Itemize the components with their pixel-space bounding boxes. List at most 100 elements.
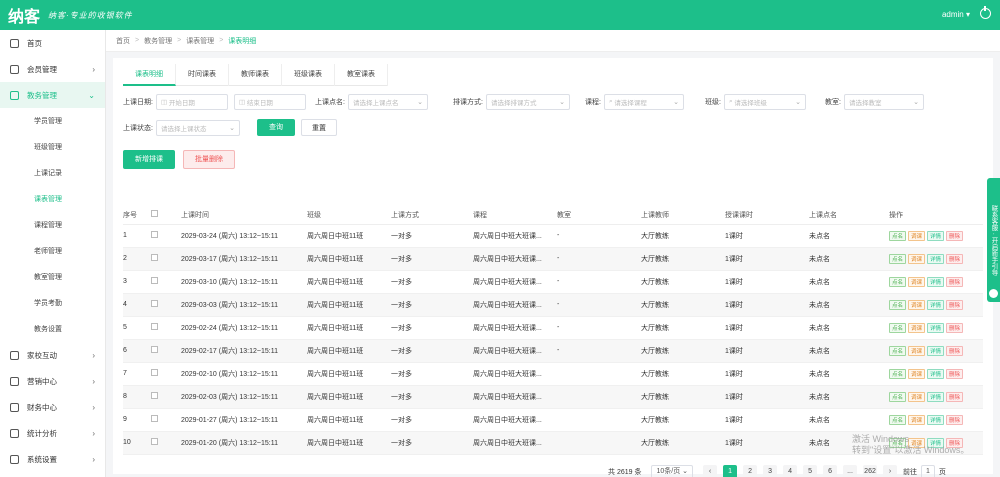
delete-button[interactable]: 删除	[946, 345, 964, 356]
reschedule-button[interactable]: 调课	[908, 391, 926, 402]
power-icon[interactable]	[980, 6, 991, 19]
detail-button[interactable]: 详情	[927, 391, 945, 402]
goto-page-input[interactable]: 1	[921, 465, 935, 477]
page-button[interactable]: 3	[763, 465, 778, 477]
delete-button[interactable]: 删除	[946, 299, 964, 310]
status-select[interactable]: 请选择上课状态 ⌄	[155, 120, 240, 136]
sidebar-item-interaction[interactable]: 家校互动 ›	[0, 342, 105, 368]
reschedule-button[interactable]: 调课	[908, 322, 926, 333]
row-checkbox[interactable]	[151, 224, 181, 248]
reschedule-button[interactable]: 调课	[908, 414, 926, 425]
rollcall-button[interactable]: 点名	[889, 368, 907, 379]
delete-button[interactable]: 删除	[946, 276, 964, 287]
date-end-input[interactable]: ◫ 结束日期	[233, 94, 306, 110]
reset-button[interactable]: 重置	[301, 119, 337, 136]
sidebar-subitem-records[interactable]: 上课记录	[0, 160, 105, 186]
delete-button[interactable]: 删除	[946, 391, 964, 402]
sidebar-item-teaching[interactable]: 教务管理 ⌄	[0, 82, 105, 108]
row-checkbox[interactable]	[151, 362, 181, 386]
row-checkbox[interactable]	[151, 247, 181, 271]
row-checkbox[interactable]	[151, 408, 181, 432]
sidebar-subitem-teachers[interactable]: 老师管理	[0, 238, 105, 264]
delete-button[interactable]: 删除	[946, 414, 964, 425]
tab-class-schedule[interactable]: 班级课表	[282, 64, 335, 86]
page-button[interactable]: 1	[723, 465, 738, 477]
reschedule-button[interactable]: 调课	[908, 299, 926, 310]
mode-select[interactable]: 请选择排课方式 ⌄	[485, 94, 570, 110]
rollcall-button[interactable]: 点名	[889, 276, 907, 287]
delete-button[interactable]: 删除	[946, 322, 964, 333]
sidebar-subitem-students[interactable]: 学员管理	[0, 108, 105, 134]
contact-float-bar[interactable]: 联系客服 · 开启新手引导	[987, 178, 1000, 302]
select-all-checkbox[interactable]	[151, 206, 181, 225]
rollcall-button[interactable]: 点名	[889, 391, 907, 402]
rollcall-button[interactable]: 点名	[889, 230, 907, 241]
detail-button[interactable]: 详情	[927, 299, 945, 310]
page-ellipsis[interactable]: ...	[843, 465, 858, 477]
breadcrumb-item[interactable]: 首页	[116, 36, 130, 46]
row-checkbox[interactable]	[151, 431, 181, 455]
prev-page-button[interactable]: ‹	[703, 465, 718, 477]
rollcall-button[interactable]: 点名	[889, 414, 907, 425]
detail-button[interactable]: 详情	[927, 414, 945, 425]
sidebar-item-system[interactable]: 系统设置 ›	[0, 446, 105, 472]
rollcall-button[interactable]: 点名	[889, 299, 907, 310]
reschedule-button[interactable]: 调课	[908, 345, 926, 356]
page-size-select[interactable]: 10条/页 ⌄	[651, 465, 694, 477]
detail-button[interactable]: 详情	[927, 253, 945, 264]
detail-button[interactable]: 详情	[927, 322, 945, 333]
page-button[interactable]: 4	[783, 465, 798, 477]
sign-select[interactable]: 请选择上课点名 ⌄	[347, 94, 428, 110]
brand-logo[interactable]: 纳客	[8, 3, 40, 27]
user-menu[interactable]: admin ▾	[942, 10, 970, 19]
reschedule-button[interactable]: 调课	[908, 368, 926, 379]
page-button[interactable]: 262	[863, 465, 878, 477]
course-select[interactable]: ⌕ 请选择课程 ⌄	[603, 94, 684, 110]
search-button[interactable]: 查询	[257, 119, 295, 136]
sidebar-item-stats[interactable]: 统计分析 ›	[0, 420, 105, 446]
delete-button[interactable]: 删除	[946, 368, 964, 379]
rollcall-button[interactable]: 点名	[889, 253, 907, 264]
reschedule-button[interactable]: 调课	[908, 276, 926, 287]
rollcall-button[interactable]: 点名	[889, 322, 907, 333]
row-checkbox[interactable]	[151, 316, 181, 340]
reschedule-button[interactable]: 调课	[908, 253, 926, 264]
sidebar-subitem-schedule[interactable]: 课表管理	[0, 186, 105, 212]
sidebar-item-member[interactable]: 会员管理 ›	[0, 56, 105, 82]
breadcrumb-item[interactable]: 课表管理	[186, 36, 214, 46]
detail-button[interactable]: 详情	[927, 230, 945, 241]
row-checkbox[interactable]	[151, 385, 181, 409]
detail-button[interactable]: 详情	[927, 276, 945, 287]
tab-classroom-schedule[interactable]: 教室课表	[335, 64, 388, 86]
rollcall-button[interactable]: 点名	[889, 345, 907, 356]
page-button[interactable]: 5	[803, 465, 818, 477]
next-page-button[interactable]: ›	[883, 465, 898, 477]
sidebar-item-finance[interactable]: 财务中心 ›	[0, 394, 105, 420]
row-checkbox[interactable]	[151, 339, 181, 363]
detail-button[interactable]: 详情	[927, 368, 945, 379]
tab-time-schedule[interactable]: 时间课表	[176, 64, 229, 86]
sidebar-subitem-attendance[interactable]: 学员考勤	[0, 290, 105, 316]
page-button[interactable]: 2	[743, 465, 758, 477]
sidebar-subitem-classes[interactable]: 班级管理	[0, 134, 105, 160]
delete-button[interactable]: 删除	[946, 253, 964, 264]
sidebar-item-home[interactable]: 首页	[0, 30, 105, 56]
batch-delete-button[interactable]: 批量删除	[183, 150, 235, 169]
sidebar-item-marketing[interactable]: 营销中心 ›	[0, 368, 105, 394]
sidebar-subitem-courses[interactable]: 课程管理	[0, 212, 105, 238]
tab-teacher-schedule[interactable]: 教师课表	[229, 64, 282, 86]
row-checkbox[interactable]	[151, 293, 181, 317]
tab-schedule-detail[interactable]: 课表明细	[123, 64, 176, 86]
row-checkbox[interactable]	[151, 270, 181, 294]
date-start-input[interactable]: ◫ 开始日期	[155, 94, 228, 110]
breadcrumb-item[interactable]: 教务管理	[144, 36, 172, 46]
page-button[interactable]: 6	[823, 465, 838, 477]
add-schedule-button[interactable]: 新增排课	[123, 150, 175, 169]
sidebar-subitem-classrooms[interactable]: 教室管理	[0, 264, 105, 290]
sidebar-subitem-settings[interactable]: 教务设置	[0, 316, 105, 342]
delete-button[interactable]: 删除	[946, 230, 964, 241]
detail-button[interactable]: 详情	[927, 345, 945, 356]
classroom-select[interactable]: 请选择教室 ⌄	[843, 94, 924, 110]
class-select[interactable]: ⌕ 请选择班级 ⌄	[723, 94, 806, 110]
reschedule-button[interactable]: 调课	[908, 230, 926, 241]
